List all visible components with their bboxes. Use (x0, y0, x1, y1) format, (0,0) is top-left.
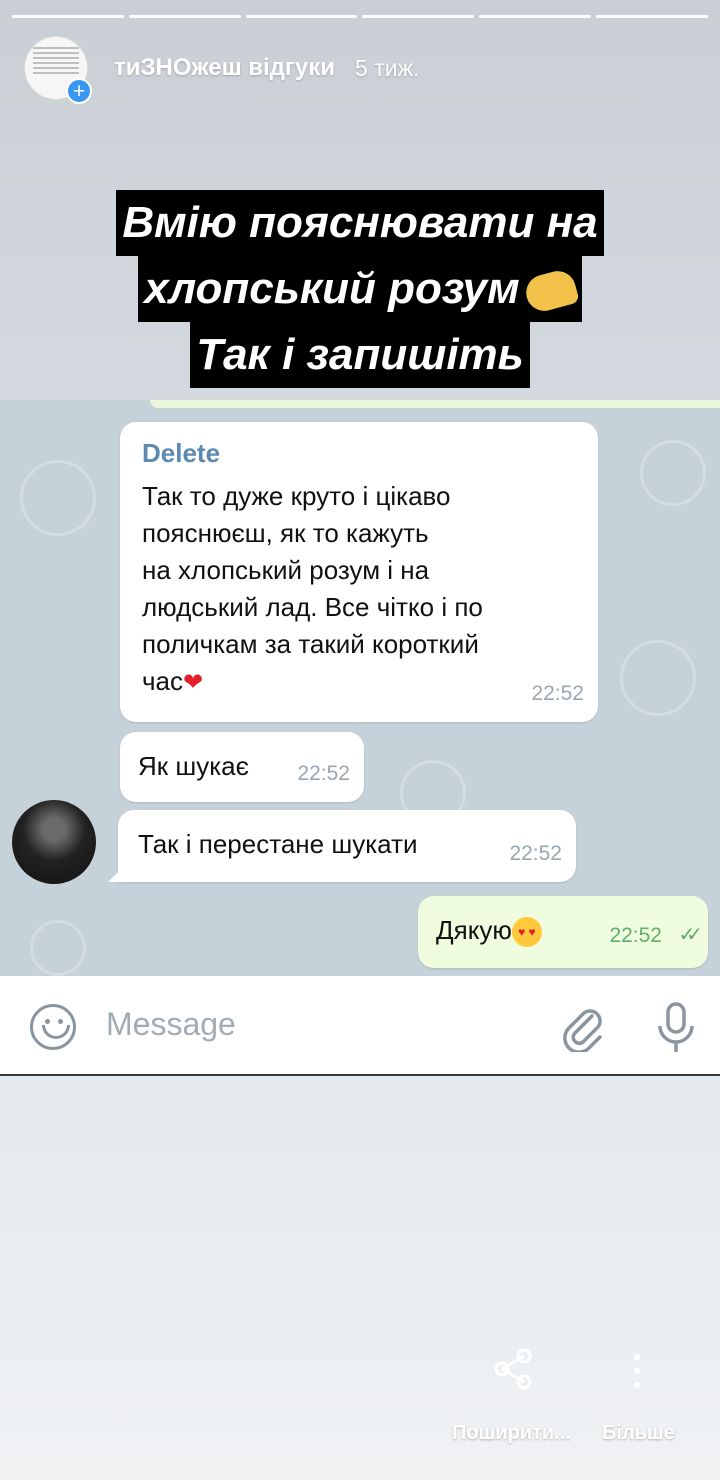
story-caption: Вмію пояснювати на хлопський розум Так і… (0, 190, 720, 388)
double-check-icon: ✓✓ (678, 924, 702, 946)
story-header: + тиЗНОжеш відгуки 5 тиж. (24, 36, 420, 104)
chat-avatar[interactable] (12, 800, 96, 884)
message-composer: Message (0, 976, 720, 1076)
wallpaper-doodle (640, 440, 706, 506)
flexed-biceps-icon (521, 267, 580, 316)
previous-message-edge (150, 400, 720, 408)
message-text: Як шукає (138, 751, 249, 781)
red-heart-icon: ❤ (183, 668, 204, 696)
emoji-icon[interactable] (30, 1004, 76, 1050)
progress-segment (596, 15, 708, 18)
story-username[interactable]: тиЗНОжеш відгуки (114, 54, 335, 82)
message-text: Так і перестане шукати (138, 829, 418, 859)
outgoing-message-bubble[interactable]: Дякую ♥ ♥ 22:52 ✓✓ (418, 896, 708, 968)
sender-name: Delete (142, 438, 221, 468)
caption-line: Вмію пояснювати на (116, 190, 604, 256)
heart-eyes-icon: ♥ ♥ (511, 917, 542, 948)
share-button[interactable]: Поширити... (452, 1422, 571, 1445)
story-time: 5 тиж. (355, 54, 420, 81)
microphone-icon[interactable] (654, 1000, 698, 1054)
message-time: 22:52 (509, 842, 562, 865)
progress-segment (245, 15, 358, 18)
chat-screenshot: Delete Так то дуже круто і цікаво поясню… (0, 400, 720, 976)
more-button[interactable]: Більше (602, 1422, 675, 1445)
bubble-tail (108, 868, 122, 882)
attach-icon[interactable] (560, 1002, 606, 1052)
message-time: 22:52 (609, 924, 662, 947)
message-bubble[interactable]: Delete Так то дуже круто і цікаво поясню… (120, 422, 598, 722)
story-progress-bar (12, 15, 708, 18)
message-time: 22:52 (297, 762, 350, 785)
message-time: 22:52 (531, 682, 584, 705)
message-text: Так то дуже круто і цікаво пояснюєш, як … (142, 481, 483, 696)
progress-segment (128, 15, 241, 18)
more-options-icon[interactable] (634, 1354, 642, 1396)
caption-line-text: хлопський розум (144, 264, 520, 313)
profile-avatar[interactable]: + (24, 36, 92, 104)
wallpaper-doodle (620, 640, 696, 716)
caption-line: Так і запишіть (190, 322, 530, 388)
message-text: Дякую (436, 915, 512, 945)
message-bubble[interactable]: Так і перестане шукати 22:52 (108, 810, 576, 882)
wallpaper-doodle (30, 920, 86, 976)
caption-line-with-emoji: хлопський розум (138, 256, 582, 322)
progress-segment (362, 15, 475, 18)
add-plus-icon[interactable]: + (66, 78, 92, 104)
progress-segment (479, 15, 592, 18)
progress-segment (12, 15, 124, 18)
message-bubble[interactable]: Як шукає 22:52 (120, 732, 364, 802)
share-icon[interactable] (490, 1346, 536, 1392)
message-input[interactable]: Message (106, 1006, 236, 1043)
wallpaper-doodle (20, 460, 96, 536)
